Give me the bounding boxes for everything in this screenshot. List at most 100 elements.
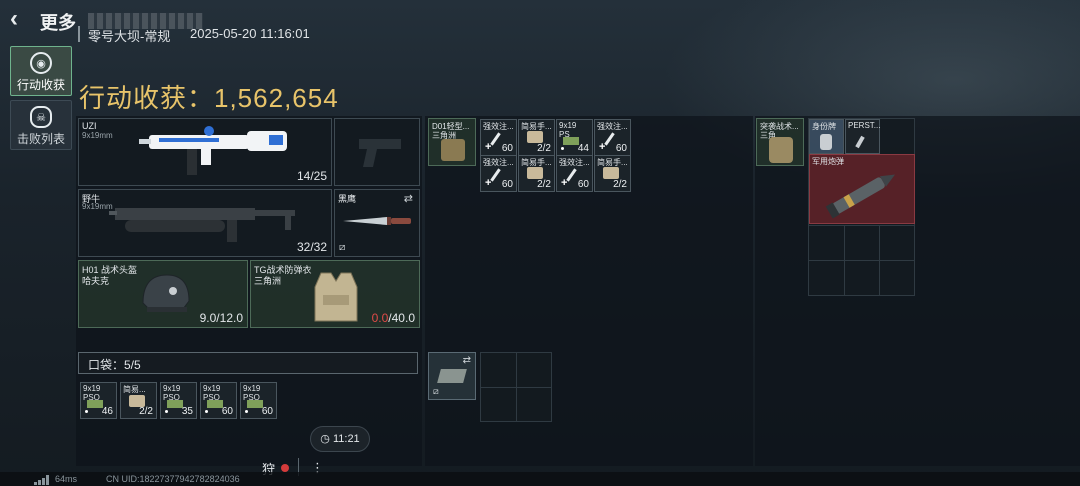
melee-name: 黑鹰 <box>338 194 357 204</box>
rig-item-bandage[interactable]: 简易手... 2/2 <box>594 155 631 192</box>
grid-line <box>809 260 914 261</box>
rig-item-ammo[interactable]: 9x19 PS 44 <box>556 119 593 156</box>
pocket-item-ammo[interactable]: 9x19 PSO 60 <box>240 382 277 419</box>
backpack-item-perst[interactable]: PERST... <box>845 119 880 154</box>
ammo-box-icon <box>167 400 183 408</box>
pocket-item-bandage[interactable]: 简易... 2/2 <box>120 382 157 419</box>
backpack-icon <box>769 137 793 163</box>
helmet-icon <box>142 274 190 312</box>
raid-datetime: 2025-05-20 11:16:01 <box>190 26 310 41</box>
item-count: 60 <box>501 143 513 154</box>
plus-icon: + <box>485 177 492 189</box>
bandage-icon <box>527 167 543 179</box>
vest-icon <box>314 272 358 322</box>
header-divider <box>78 26 80 42</box>
ammo-box-icon <box>87 400 103 408</box>
item-title: 9x19 <box>559 121 577 130</box>
tab-kill-list[interactable]: ☠ 击败列表 <box>10 100 72 150</box>
item-title: 强效注... <box>483 158 514 167</box>
bandage-icon <box>603 167 619 179</box>
pocket-item-ammo[interactable]: 9x19 PSO 60 <box>200 382 237 419</box>
user-uid: CN UID:18227377942782824036 <box>106 474 240 484</box>
item-title: 身份牌 <box>812 122 836 131</box>
dot-icon <box>561 147 564 150</box>
rig-item-injector[interactable]: 强效注... + 60 <box>594 119 631 156</box>
pocket-item-ammo[interactable]: 9x19 PSO 35 <box>160 382 197 419</box>
tab-action-harvest[interactable]: ◉ 行动收获 <box>10 46 72 96</box>
item-count: 2/2 <box>537 179 551 190</box>
item-count: 60 <box>615 143 627 154</box>
item-title: 强效注... <box>559 158 590 167</box>
timer-button[interactable]: ◷ 11:21 <box>310 426 370 452</box>
uzi-weapon-icon <box>139 126 287 175</box>
injector-icon <box>566 168 577 182</box>
tab-label: 行动收获 <box>16 78 65 92</box>
knife-icon <box>343 217 411 225</box>
ammo-box-icon <box>563 137 579 145</box>
primary-weapon-slot[interactable]: UZI 9x19mm 14/25 <box>78 118 332 186</box>
swap-icon[interactable]: ⇄ <box>463 355 471 366</box>
signal-icon <box>34 475 49 485</box>
item-count: 35 <box>181 406 193 417</box>
vest-durability: 0.0/40.0 <box>372 311 415 325</box>
melee-slot[interactable]: 黑鹰 ⇄ ⧄ <box>334 189 420 257</box>
item-title: 9x19 <box>243 384 261 393</box>
rig-item-bandage[interactable]: 简易手... 2/2 <box>518 155 555 192</box>
swap-icon[interactable]: ⇄ <box>404 192 413 205</box>
item-title: 强效注... <box>483 122 514 131</box>
plus-icon: + <box>485 141 492 153</box>
item-count: 60 <box>501 179 513 190</box>
plus-icon: + <box>561 177 568 189</box>
rig-item-bandage[interactable]: 简易手... 2/2 <box>518 119 555 156</box>
safe-box-grid <box>480 352 552 422</box>
item-title: 9x19 <box>203 384 221 393</box>
rig-icon <box>441 139 465 161</box>
vest-slot[interactable]: TG战术防弹衣 三角洲 0.0/40.0 <box>250 260 420 328</box>
backpack-item-shell[interactable]: 军用炮弹 <box>809 154 915 224</box>
ammo-box-icon <box>207 400 223 408</box>
weapon-caliber: 9x19mm <box>82 131 113 140</box>
vest-brand: 三角洲 <box>254 276 282 286</box>
perst-icon <box>855 135 865 149</box>
clock-icon: ◷ <box>320 433 330 445</box>
ammo-count: 14/25 <box>296 169 327 183</box>
helmet-slot[interactable]: H01 战术头盔 哈夫克 9.0/12.0 <box>78 260 248 328</box>
item-count: 46 <box>101 406 113 417</box>
item-count: 2/2 <box>613 179 627 190</box>
back-chevron-icon[interactable]: ‹ <box>10 7 32 32</box>
secondary-weapon-slot[interactable]: 野牛 9x19mm 32/32 <box>78 189 332 257</box>
grid-line <box>481 387 551 388</box>
item-count: 44 <box>577 143 589 154</box>
item-title: 强效注... <box>597 122 628 131</box>
artillery-shell-icon <box>825 174 896 219</box>
sidearm-slot-empty[interactable] <box>334 118 420 186</box>
pistol-placeholder-icon <box>359 139 401 167</box>
backpack-slot[interactable]: 突袭战术... 三角 <box>756 118 804 166</box>
map-name: 零号大坝-常规 <box>88 29 171 44</box>
vest-durability-current: 0.0 <box>371 311 389 325</box>
pocket-label: 口袋：5/5 <box>88 358 141 372</box>
pocket-item-ammo[interactable]: 9x19 PSO 46 <box>80 382 117 419</box>
backpack-item-dogtag[interactable]: 身份牌 <box>809 119 844 154</box>
injector-icon <box>490 132 501 146</box>
chest-rig-slot[interactable]: D01轻型... 三角洲 <box>428 118 476 166</box>
plus-icon: + <box>599 141 606 153</box>
injector-icon <box>604 132 615 146</box>
rig-item-injector[interactable]: 强效注... + 60 <box>480 155 517 192</box>
harvest-value: 行动收获：1,562,654 <box>79 83 339 113</box>
item-title: 9x19 <box>163 384 181 393</box>
item-count: 2/2 <box>537 143 551 154</box>
injector-icon <box>490 168 501 182</box>
skull-icon: ☠ <box>30 106 52 128</box>
ammo-count: 32/32 <box>296 240 327 254</box>
dot-icon <box>245 410 248 413</box>
item-count: 60 <box>221 406 233 417</box>
ammo-box-icon <box>247 400 263 408</box>
safe-box-slot[interactable]: ⇄ ⧄ <box>428 352 476 400</box>
item-count: 60 <box>577 179 589 190</box>
backpack-panel <box>755 116 1080 466</box>
rig-item-injector[interactable]: 强效注... + 60 <box>556 155 593 192</box>
no-insure-icon: ⧄ <box>433 386 439 396</box>
rig-item-injector[interactable]: 强效注... + 60 <box>480 119 517 156</box>
ping-value: 64ms <box>55 474 78 484</box>
